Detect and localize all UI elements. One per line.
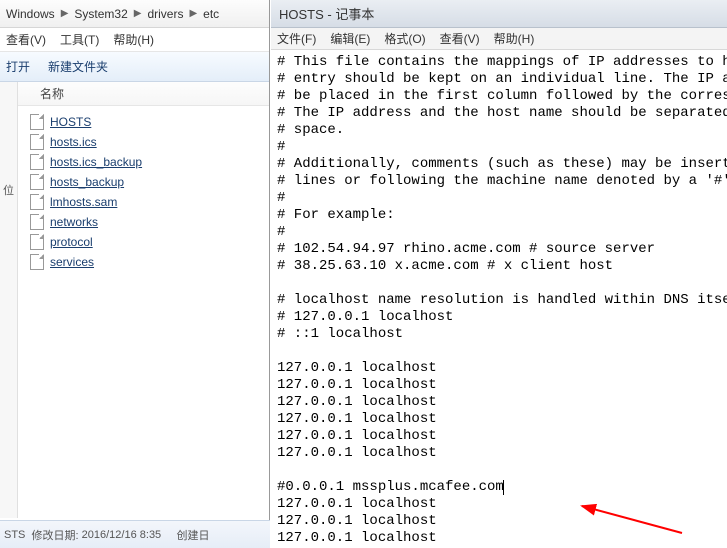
file-item[interactable]: HOSTS	[30, 112, 269, 132]
breadcrumb-part[interactable]: drivers	[145, 7, 185, 21]
file-item[interactable]: protocol	[30, 232, 269, 252]
notepad-titlebar: HOSTS - 记事本	[271, 0, 727, 28]
status-filetype: STS	[4, 529, 25, 541]
chevron-right-icon: ▶	[57, 8, 73, 19]
notepad-window: HOSTS - 记事本 文件(F) 编辑(E) 格式(O) 查看(V) 帮助(H…	[271, 0, 727, 548]
file-item[interactable]: services	[30, 252, 269, 272]
menu-view[interactable]: 查看(V)	[6, 31, 46, 48]
file-name-label: lmhosts.sam	[50, 195, 117, 209]
menu-view[interactable]: 查看(V)	[440, 30, 480, 47]
notepad-menubar: 文件(F) 编辑(E) 格式(O) 查看(V) 帮助(H)	[271, 28, 727, 50]
nav-pane-strip: 位	[0, 82, 18, 518]
text-content-bottom: 127.0.0.1 localhost 127.0.0.1 localhost …	[277, 496, 563, 548]
file-icon	[30, 214, 44, 230]
menu-help[interactable]: 帮助(H)	[494, 30, 535, 47]
menu-file[interactable]: 文件(F)	[277, 30, 316, 47]
file-name-label: hosts.ics_backup	[50, 155, 142, 169]
status-bar: STS 修改日期: 2016/12/16 8:35 创建日	[0, 520, 270, 548]
file-name-label: hosts_backup	[50, 175, 124, 189]
notepad-textarea[interactable]: # This file contains the mappings of IP …	[271, 50, 727, 548]
file-icon	[30, 134, 44, 150]
menu-edit[interactable]: 编辑(E)	[330, 30, 370, 47]
file-item[interactable]: hosts.ics	[30, 132, 269, 152]
file-icon	[30, 174, 44, 190]
file-list: HOSTS hosts.ics hosts.ics_backup hosts_back…	[0, 106, 269, 278]
file-name-label: hosts.ics	[50, 135, 97, 149]
file-icon	[30, 234, 44, 250]
breadcrumb-part[interactable]: System32	[72, 7, 129, 21]
status-created-label: 创建日	[176, 527, 209, 543]
explorer-window: Windows ▶ System32 ▶ drivers ▶ etc 查看(V)…	[0, 0, 270, 548]
breadcrumb-part[interactable]: etc	[201, 7, 221, 21]
file-item[interactable]: lmhosts.sam	[30, 192, 269, 212]
chevron-right-icon: ▶	[185, 8, 201, 19]
explorer-toolbar: 打开 新建文件夹	[0, 52, 269, 82]
file-item[interactable]: hosts.ics_backup	[30, 152, 269, 172]
toolbar-new-folder-button[interactable]: 新建文件夹	[48, 58, 108, 75]
file-icon	[30, 254, 44, 270]
toolbar-open-button[interactable]: 打开	[6, 58, 30, 75]
status-modified-label: 修改日期:	[32, 527, 79, 543]
file-name-label: services	[50, 255, 94, 269]
menu-tools[interactable]: 工具(T)	[60, 31, 99, 48]
menu-format[interactable]: 格式(O)	[384, 30, 425, 47]
breadcrumb[interactable]: Windows ▶ System32 ▶ drivers ▶ etc	[0, 0, 269, 28]
file-item[interactable]: networks	[30, 212, 269, 232]
column-header-name[interactable]: 名称	[0, 82, 269, 106]
chevron-right-icon: ▶	[130, 8, 146, 19]
text-caret	[503, 480, 504, 495]
file-item[interactable]: hosts_backup	[30, 172, 269, 192]
menu-help[interactable]: 帮助(H)	[113, 31, 154, 48]
file-name-label: networks	[50, 215, 98, 229]
file-name-label: protocol	[50, 235, 93, 249]
status-modified-value: 2016/12/16 8:35	[82, 529, 162, 541]
breadcrumb-part[interactable]: Windows	[4, 7, 57, 21]
file-icon	[30, 154, 44, 170]
file-icon	[30, 114, 44, 130]
file-icon	[30, 194, 44, 210]
file-name-label: HOSTS	[50, 115, 91, 129]
explorer-menubar: 查看(V) 工具(T) 帮助(H)	[0, 28, 269, 52]
text-content-top: # This file contains the mappings of IP …	[277, 54, 727, 495]
